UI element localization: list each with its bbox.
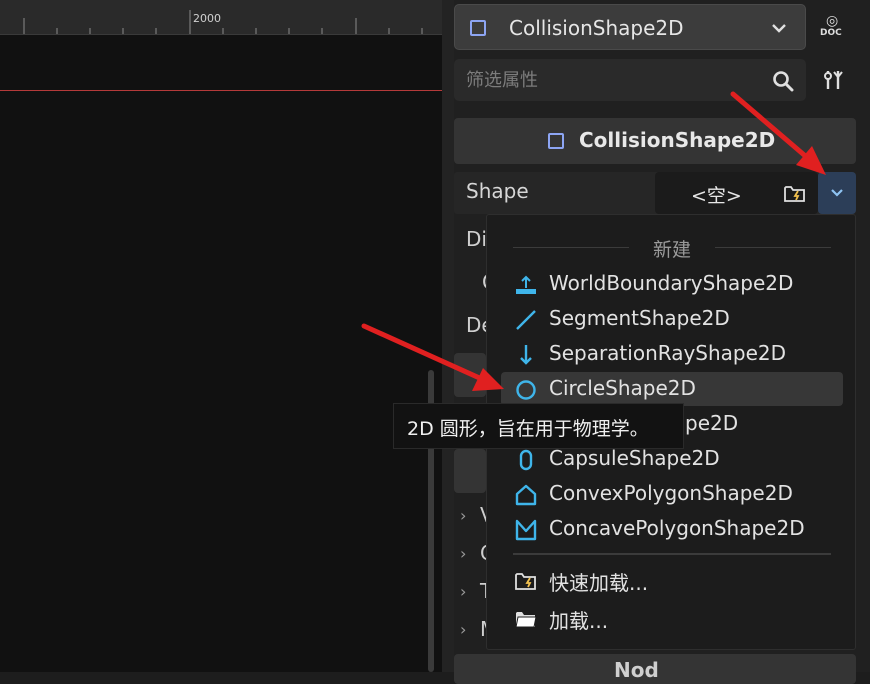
world-boundary-icon <box>516 275 536 294</box>
shape-property-label: Shape <box>466 179 529 203</box>
hidden-section-button[interactable] <box>454 353 486 397</box>
chevron-right-icon: › <box>460 582 467 601</box>
node-section-button[interactable]: Nod <box>454 654 856 684</box>
menu-item-label: 加载... <box>549 609 609 633</box>
folder-icon <box>515 612 537 628</box>
menu-item-label: CapsuleShape2D <box>549 446 720 470</box>
ruler-ticks <box>23 10 423 34</box>
viewport-boundary-line <box>0 90 442 91</box>
circle-icon <box>516 380 536 400</box>
ruler-label: 2000 <box>193 12 221 25</box>
menu-item-label: pe2D <box>685 411 739 435</box>
hidden-section-button[interactable] <box>454 449 486 493</box>
tools-icon[interactable] <box>822 68 844 92</box>
convex-polygon-icon <box>515 484 537 506</box>
menu-item-convexpolygonshape2d[interactable]: ConvexPolygonShape2D <box>501 477 843 511</box>
section-title: CollisionShape2D <box>579 128 776 152</box>
concave-polygon-icon <box>515 519 537 541</box>
hidden-property-label: Di <box>466 227 487 251</box>
node-section-label: Nod <box>614 658 659 682</box>
segment-icon <box>516 310 536 330</box>
menu-item-label: ConvexPolygonShape2D <box>549 481 793 505</box>
tooltip: 2D 圆形，旨在用于物理学。 <box>393 403 684 449</box>
chevron-right-icon: › <box>460 506 467 525</box>
folder-load-icon[interactable] <box>783 183 807 203</box>
doc-button[interactable]: ◎ DOC <box>820 14 850 42</box>
shape-resource-field[interactable]: <空> <box>655 172 818 214</box>
panel-splitter[interactable] <box>442 0 454 672</box>
menu-item-separationrayshape2d[interactable]: SeparationRayShape2D <box>501 337 843 371</box>
canvas-viewport[interactable]: 2000 <box>0 0 442 672</box>
menu-item-circleshape2d[interactable]: CircleShape2D <box>501 372 843 406</box>
menu-item-worldboundaryshape2d[interactable]: WorldBoundaryShape2D <box>501 267 843 301</box>
shape-resource-dropdown-button[interactable] <box>818 172 856 214</box>
menu-item-load[interactable]: 加载... <box>501 601 843 635</box>
menu-item-label: SegmentShape2D <box>549 306 730 330</box>
horizontal-ruler: 2000 <box>0 0 442 35</box>
menu-item-label: 快速加载... <box>549 571 649 595</box>
chevron-right-icon: › <box>460 544 467 563</box>
menu-item-label: SeparationRayShape2D <box>549 341 787 365</box>
chevron-down-icon <box>772 24 786 33</box>
filter-properties-box <box>454 59 806 101</box>
menu-item-segmentshape2d[interactable]: SegmentShape2D <box>501 302 843 336</box>
section-header-collisionshape2d[interactable]: CollisionShape2D <box>454 118 856 164</box>
menu-item-label: ConcavePolygonShape2D <box>549 516 805 540</box>
chevron-down-icon <box>831 189 843 197</box>
chevron-right-icon: › <box>460 620 467 639</box>
tooltip-text: 2D 圆形，旨在用于物理学。 <box>407 418 649 440</box>
menu-item-label: WorldBoundaryShape2D <box>549 271 794 295</box>
capsule-icon <box>519 449 533 471</box>
search-icon <box>773 71 794 92</box>
quick-load-folder-icon <box>515 573 536 590</box>
doc-icon: ◎ <box>826 13 839 29</box>
menu-item-quick-load[interactable]: 快速加载... <box>501 563 843 597</box>
menu-separator <box>513 553 831 555</box>
menu-item-concavepolygonshape2d[interactable]: ConcavePolygonShape2D <box>501 512 843 546</box>
collision-shape-2d-icon <box>548 133 564 149</box>
node-selector-dropdown[interactable]: CollisionShape2D <box>454 4 806 50</box>
shape-resource-value: <空> <box>691 185 742 207</box>
node-selector-label: CollisionShape2D <box>509 16 684 40</box>
filter-properties-input[interactable] <box>454 59 766 101</box>
menu-section-label: 新建 <box>652 239 691 261</box>
collision-shape-2d-icon <box>470 20 486 36</box>
separation-ray-icon <box>520 345 532 365</box>
doc-button-label: DOC <box>820 28 842 38</box>
menu-item-label: CircleShape2D <box>549 376 696 400</box>
menu-section-new: 新建 <box>487 235 855 261</box>
